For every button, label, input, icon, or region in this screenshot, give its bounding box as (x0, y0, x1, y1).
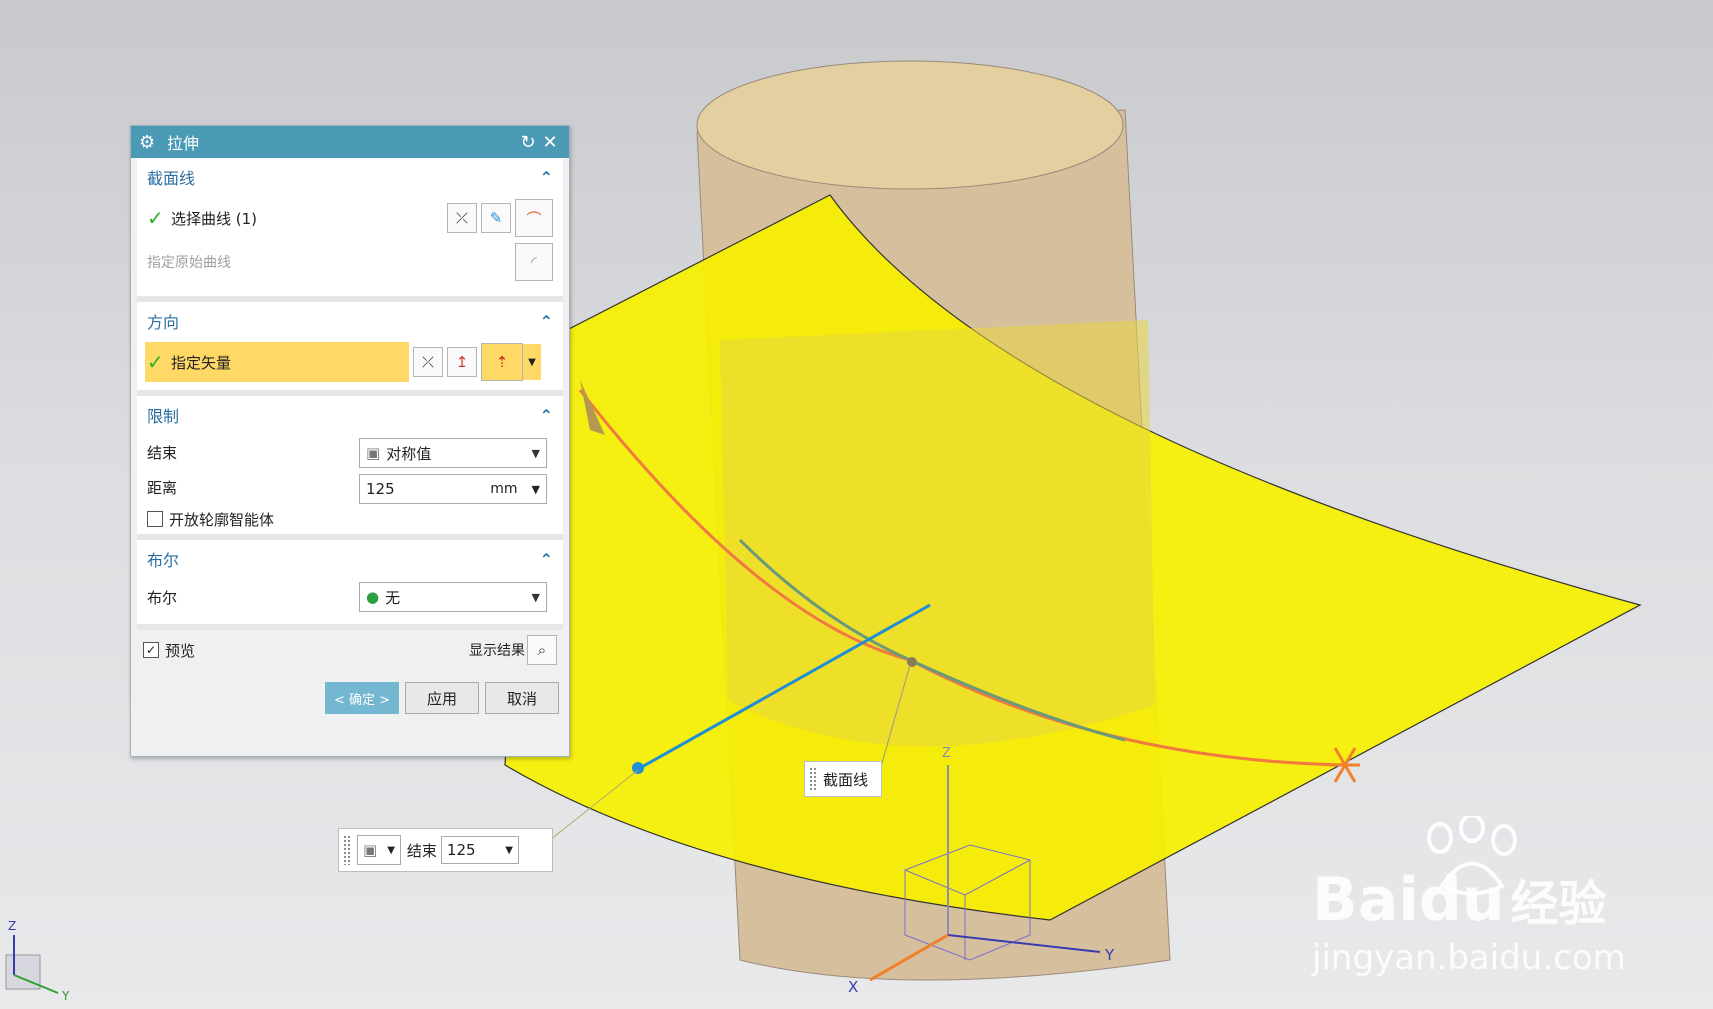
section-curve-tag[interactable]: 截面线 (804, 761, 882, 797)
select-curve-label[interactable]: 选择曲线 (1) (171, 208, 443, 229)
end-select-value: 对称值 (386, 444, 432, 463)
cancel-button[interactable]: 取消 (485, 682, 559, 714)
view-triad-icon: Z Y (5, 919, 70, 1003)
direction-header: 方向 (147, 313, 180, 332)
chevron-down-icon[interactable]: ▼ (523, 344, 541, 380)
end-label: 结束 (147, 443, 178, 462)
chevron-down-icon[interactable]: ▼ (387, 845, 395, 856)
check-icon: ✓ (147, 350, 164, 374)
dialog-titlebar[interactable]: ⚙ 拉伸 ↻ ✕ (131, 126, 569, 158)
magnifier-icon[interactable]: ⌕ (527, 635, 557, 665)
drag-grip-icon[interactable] (343, 835, 351, 865)
gear-icon[interactable]: ⚙ (139, 132, 159, 153)
specify-vector-label: 指定矢量 (171, 353, 232, 372)
svg-text:Y: Y (61, 989, 70, 1003)
group-boolean: 布尔 ⌃ 布尔 ● 无 ▼ (137, 540, 563, 630)
direction-handle[interactable] (632, 762, 644, 774)
collapse-icon[interactable]: ⌃ (540, 312, 553, 331)
group-boolean-header[interactable]: 布尔 ⌃ (137, 540, 563, 578)
drag-grip-icon[interactable] (809, 767, 817, 791)
group-section-curve-header[interactable]: 截面线 ⌃ (137, 158, 563, 196)
close-icon[interactable]: ✕ (539, 132, 561, 153)
curve-point[interactable] (907, 657, 917, 667)
action-row: < 确定 > 应用 取消 (131, 670, 569, 714)
collapse-icon[interactable]: ⌃ (540, 550, 553, 569)
vector-dialog-icon[interactable]: ↥ (447, 347, 477, 377)
boolean-header: 布尔 (147, 551, 180, 570)
open-profile-checkbox[interactable] (147, 511, 163, 527)
reset-icon[interactable]: ↻ (517, 132, 539, 153)
onscreen-end-value[interactable]: 125 (447, 841, 476, 859)
axis-x-label: X (848, 978, 858, 996)
origin-curve-icon[interactable]: ◜ (515, 243, 553, 281)
extrude-dialog: ⚙ 拉伸 ↻ ✕ 截面线 ⌃ ✓ 选择曲线 (1) ⤫ ✎ ⌒ 指定原始曲线 ◜… (130, 125, 570, 757)
cylinder-top-face[interactable] (696, 60, 1124, 190)
end-select[interactable]: ▣ 对称值 ▼ (359, 438, 547, 468)
onscreen-end-label: 结束 (406, 841, 437, 860)
distance-input[interactable]: 125 mm ▼ (359, 474, 547, 504)
watermark-brand-cn: 经验 (1510, 876, 1607, 932)
check-icon: ✓ (147, 206, 164, 230)
boolean-none-icon: ● (366, 588, 380, 606)
boolean-select-value: 无 (385, 588, 401, 607)
axis-y-label: Y (1104, 946, 1115, 964)
onscreen-end-input[interactable]: ▣ ▼ 结束 125 ▼ (338, 828, 553, 872)
collapse-icon[interactable]: ⌃ (540, 168, 553, 187)
watermark-brand: Bai (1312, 865, 1419, 935)
chevron-down-icon[interactable]: ▼ (505, 845, 513, 856)
limits-header: 限制 (147, 407, 180, 426)
distance-label: 距离 (147, 478, 178, 497)
watermark-brand-du: du (1418, 865, 1505, 935)
collapse-icon[interactable]: ⌃ (540, 406, 553, 425)
chevron-down-icon[interactable]: ▼ (532, 483, 540, 496)
preview-label[interactable]: 预览 (165, 640, 469, 661)
preview-checkbox[interactable]: ✓ (143, 642, 159, 658)
chevron-down-icon: ▼ (531, 590, 540, 604)
clear-selection-icon[interactable]: ⤫ (447, 203, 477, 233)
specify-origin-label: 指定原始曲线 (147, 255, 231, 271)
curve-select-icon[interactable]: ⌒ (515, 199, 553, 237)
cube-icon: ▣ (363, 841, 378, 859)
apply-button[interactable]: 应用 (405, 682, 479, 714)
cube-icon: ▣ (366, 444, 381, 462)
group-limits-header[interactable]: 限制 ⌃ (137, 396, 563, 434)
ok-button[interactable]: < 确定 > (325, 682, 399, 714)
group-direction: 方向 ⌃ ✓ 指定矢量 ⤫ ↥ ⇡ ▼ (137, 302, 563, 396)
group-limits: 限制 ⌃ 结束 ▣ 对称值 ▼ 距离 125 mm ▼ 开放轮廓智能体 (137, 396, 563, 540)
svg-text:Z: Z (8, 919, 16, 933)
group-section-curve: 截面线 ⌃ ✓ 选择曲线 (1) ⤫ ✎ ⌒ 指定原始曲线 ◜ (137, 158, 563, 302)
open-profile-label[interactable]: 开放轮廓智能体 (169, 509, 274, 530)
axis-z-label: Z (942, 746, 951, 761)
vector-type-icon[interactable]: ⇡ (481, 343, 523, 381)
sketch-section-icon[interactable]: ✎ (481, 203, 511, 233)
watermark-url: jingyan.baidu.com (1312, 938, 1626, 978)
boolean-select[interactable]: ● 无 ▼ (359, 582, 547, 612)
group-direction-header[interactable]: 方向 ⌃ (137, 302, 563, 340)
specify-vector-row[interactable]: ✓ 指定矢量 (145, 342, 409, 382)
reverse-direction-icon[interactable]: ⤫ (413, 347, 443, 377)
boolean-label: 布尔 (147, 588, 178, 607)
dialog-title: 拉伸 (167, 134, 200, 153)
distance-value[interactable]: 125 (366, 480, 395, 498)
section-curve-header: 截面线 (147, 169, 196, 188)
show-result-label: 显示结果 (469, 643, 525, 659)
distance-unit[interactable]: mm (490, 481, 517, 497)
chevron-down-icon: ▼ (531, 446, 540, 460)
preview-row: ✓ 预览 显示结果 ⌕ (131, 630, 569, 670)
watermark: Baidu 经验 jingyan.baidu.com (1312, 816, 1632, 986)
cylinder-through-sheet (720, 320, 1155, 747)
section-curve-tag-text: 截面线 (823, 770, 869, 789)
